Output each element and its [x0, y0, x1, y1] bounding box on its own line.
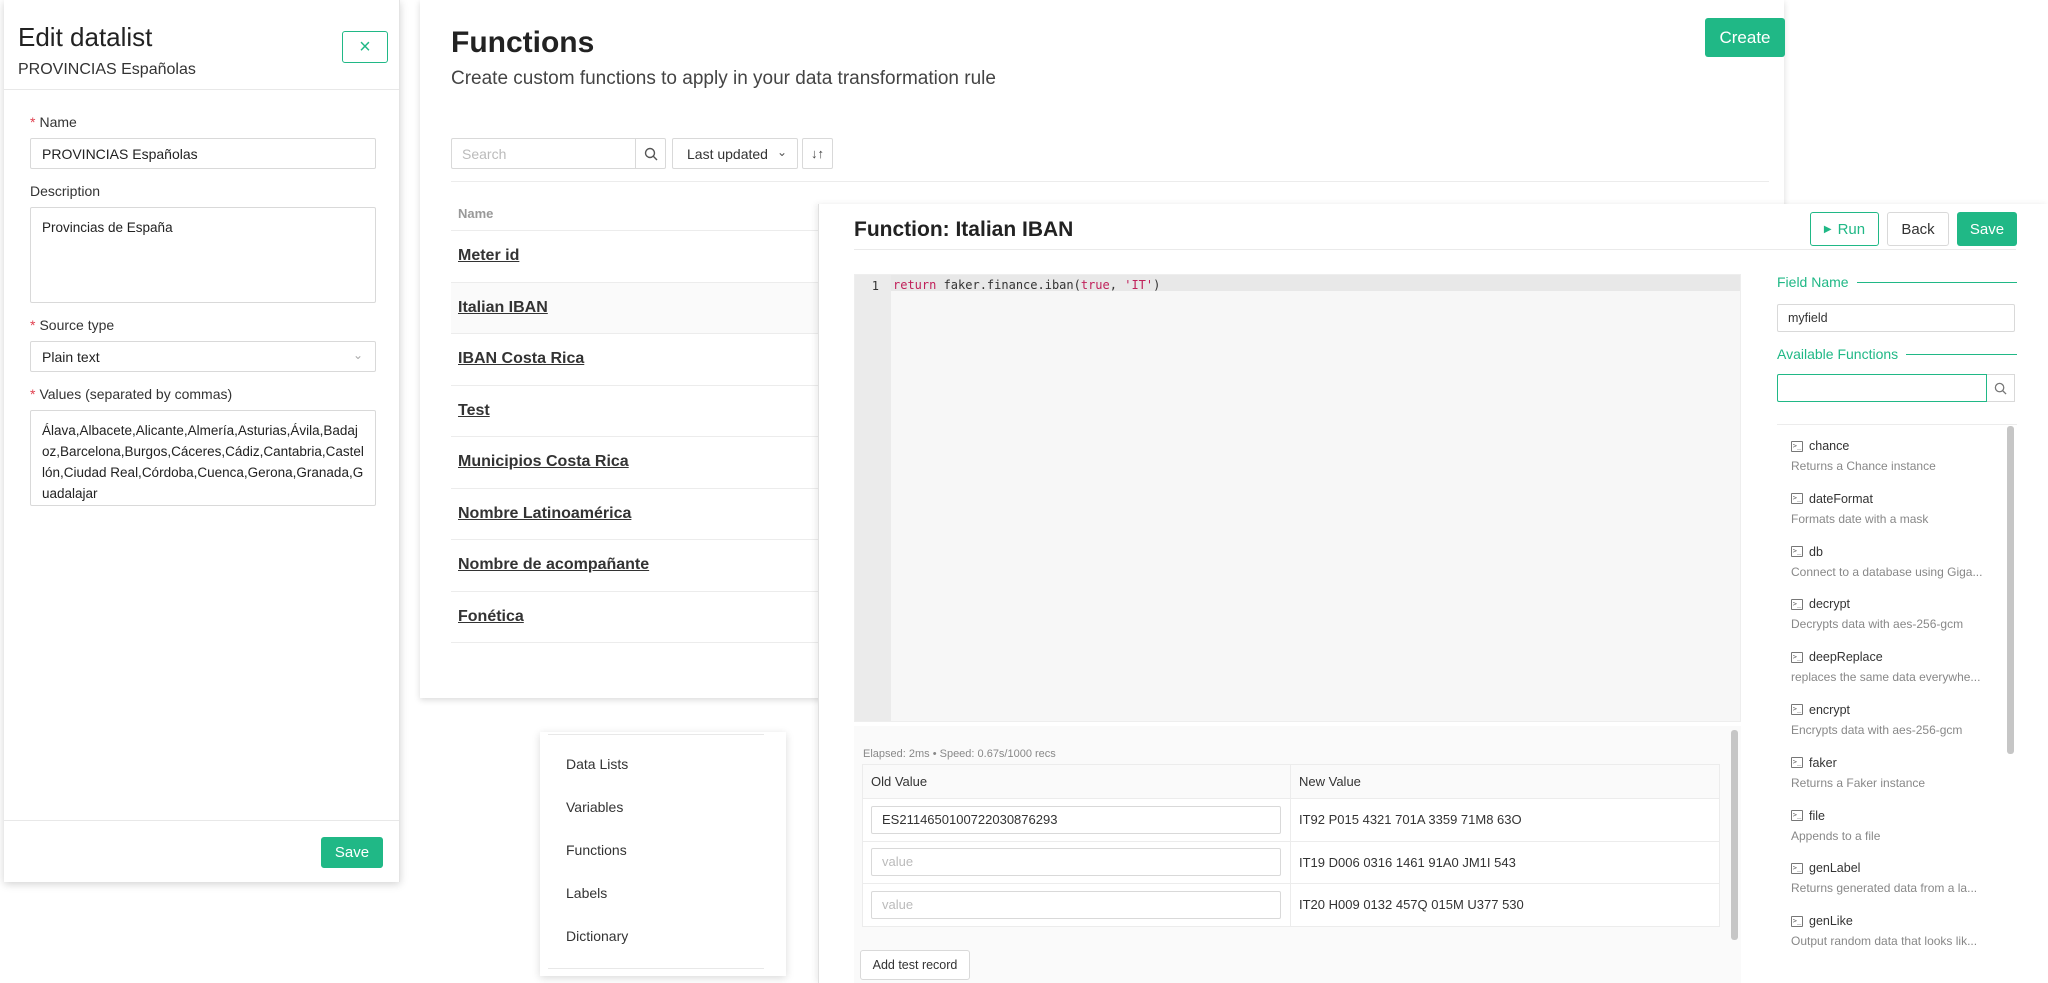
column-new-value: New Value — [1299, 774, 1361, 789]
sort-value: Last updated — [687, 146, 768, 162]
line-gutter — [855, 275, 891, 721]
source-type-select[interactable]: Plain text ⌄ — [30, 341, 376, 372]
table-row: value IT20 H009 0132 457Q 015M U377 530 — [863, 883, 1719, 926]
menu-item-labels[interactable]: Labels — [566, 885, 607, 901]
menu-item-variables[interactable]: Variables — [566, 799, 623, 815]
menu-item-dictionary[interactable]: Dictionary — [566, 928, 628, 944]
save-button[interactable]: Save — [1957, 212, 2017, 246]
field-name-title: Field Name — [1777, 274, 2017, 290]
page-title: Functions — [451, 26, 595, 59]
divider — [548, 968, 764, 969]
run-button[interactable]: ▶ Run — [1810, 212, 1879, 246]
scrollbar[interactable] — [1731, 730, 1738, 940]
list-item[interactable]: >_ encrypt Encrypts data with aes-256-gcm — [1777, 689, 2017, 742]
run-label: Run — [1837, 220, 1866, 238]
list-item[interactable]: >_ chance Returns a Chance instance — [1777, 425, 2017, 478]
description-textarea[interactable]: Provincias de España — [30, 207, 376, 303]
list-item[interactable]: >_ db Connect to a database using Giga... — [1777, 531, 2017, 584]
save-button[interactable]: Save — [321, 837, 383, 868]
menu-item-data-lists[interactable]: Data Lists — [566, 756, 628, 772]
sort-order-icon: ↓↑ — [811, 146, 824, 161]
new-value: IT92 P015 4321 701A 3359 71M8 63O — [1299, 812, 1522, 828]
sort-select[interactable]: Last updated ⌄ — [672, 138, 798, 169]
edit-datalist-panel: Edit datalist PROVINCIAS Españolas × * Na… — [4, 0, 400, 882]
side-menu: Data Lists Variables Functions Labels Di… — [540, 732, 786, 976]
values-textarea[interactable]: Álava,Albacete,Alicante,Almería,Asturias… — [30, 410, 376, 506]
code-line: return faker.finance.iban(true, 'IT') — [893, 278, 1161, 292]
search-icon — [644, 147, 657, 160]
available-functions-title: Available Functions — [1777, 346, 2017, 362]
back-button[interactable]: Back — [1887, 212, 1949, 246]
source-type-label: * Source type — [30, 317, 115, 333]
list-item[interactable]: >_ deepReplace replaces the same data ever… — [1777, 636, 2017, 689]
field-name-input[interactable]: myfield — [1777, 304, 2015, 332]
old-value-input[interactable]: value — [871, 890, 1281, 919]
old-value-input[interactable]: ES2114650100722030876293 — [871, 805, 1281, 834]
old-value-input[interactable]: value — [871, 848, 1281, 877]
function-search — [1777, 374, 2017, 402]
elapsed-status: Elapsed: 2ms • Speed: 0.67s/1000 recs — [863, 748, 1056, 760]
table-row: value IT19 D006 0316 1461 91A0 JM1I 543 — [863, 840, 1719, 883]
divider — [451, 181, 1769, 182]
name-input[interactable]: PROVINCIAS Españolas — [30, 138, 376, 169]
table-header: Old Value New Value — [863, 765, 1719, 798]
terminal-icon: >_ — [1791, 493, 1803, 505]
name-label: * Name — [30, 114, 77, 130]
panel-subtitle: PROVINCIAS Españolas — [18, 61, 196, 78]
add-test-record-button[interactable]: Add test record — [860, 950, 970, 980]
terminal-icon: >_ — [1791, 651, 1803, 663]
source-type-value: Plain text — [42, 349, 100, 365]
create-button[interactable]: Create — [1705, 18, 1785, 57]
terminal-icon: >_ — [1791, 757, 1803, 769]
play-icon: ▶ — [1823, 223, 1832, 235]
search-input[interactable]: Search — [451, 138, 635, 169]
list-item[interactable]: >_ faker Returns a Faker instance — [1777, 742, 2017, 795]
terminal-icon: >_ — [1791, 915, 1803, 927]
list-item[interactable]: >_ genLike Output random data that looks l… — [1777, 900, 2017, 953]
code-editor[interactable]: 1 return faker.finance.iban(true, 'IT') — [854, 274, 1741, 722]
panel-header: Edit datalist PROVINCIAS Españolas × — [4, 0, 399, 90]
divider — [548, 734, 764, 735]
function-search-button[interactable] — [1987, 374, 2015, 402]
search-button[interactable] — [635, 138, 666, 169]
editor-title: Function: Italian IBAN — [854, 218, 1074, 241]
terminal-icon: >_ — [1791, 440, 1803, 452]
sort-order-button[interactable]: ↓↑ — [802, 138, 833, 169]
line-number: 1 — [871, 279, 879, 293]
new-value: IT19 D006 0316 1461 91A0 JM1I 543 — [1299, 854, 1516, 870]
terminal-icon: >_ — [1791, 810, 1803, 822]
table-row: ES2114650100722030876293 IT92 P015 4321 … — [863, 798, 1719, 841]
list-item[interactable]: >_ file Appends to a file — [1777, 795, 2017, 848]
column-header-name: Name — [458, 206, 494, 221]
function-sidebar: Field Name myfield Available Functions — [1777, 274, 2017, 402]
close-icon: × — [359, 35, 371, 58]
panel-form: * Name PROVINCIAS Españolas Description P… — [4, 114, 399, 506]
list-item[interactable]: >_ dateFormat Formats date with a mask — [1777, 478, 2017, 531]
values-label: * Values (separated by commas) — [30, 386, 233, 402]
function-search-input[interactable] — [1777, 374, 1987, 402]
column-old-value: Old Value — [863, 765, 1291, 798]
function-editor-panel: Function: Italian IBAN ▶ Run Back Save 1… — [818, 204, 2048, 983]
divider — [854, 249, 2016, 250]
list-item[interactable]: >_ genLabel Returns generated data from a … — [1777, 847, 2017, 900]
search-icon — [1994, 382, 2007, 395]
available-functions-list: >_ chance Returns a Chance instance >_ date… — [1777, 424, 2017, 983]
close-button[interactable]: × — [342, 31, 388, 63]
terminal-icon: >_ — [1791, 598, 1803, 610]
list-item[interactable]: >_ decrypt Decrypts data with aes-256-gcm — [1777, 583, 2017, 636]
terminal-icon: >_ — [1791, 546, 1803, 558]
scrollbar[interactable] — [2007, 426, 2014, 754]
new-value: IT20 H009 0132 457Q 015M U377 530 — [1299, 897, 1524, 913]
terminal-icon: >_ — [1791, 704, 1803, 716]
terminal-icon: >_ — [1791, 862, 1803, 874]
menu-item-functions[interactable]: Functions — [566, 842, 627, 858]
test-records-area: Elapsed: 2ms • Speed: 0.67s/1000 recs Ol… — [854, 726, 1741, 983]
description-label: Description — [30, 183, 101, 199]
test-records-table: Old Value New Value ES211465010072203087… — [862, 764, 1720, 927]
chevron-down-icon: ⌄ — [776, 145, 787, 159]
chevron-down-icon: ⌄ — [352, 348, 363, 362]
page-description: Create custom functions to apply in your… — [451, 68, 996, 89]
panel-footer: Save — [4, 820, 399, 882]
